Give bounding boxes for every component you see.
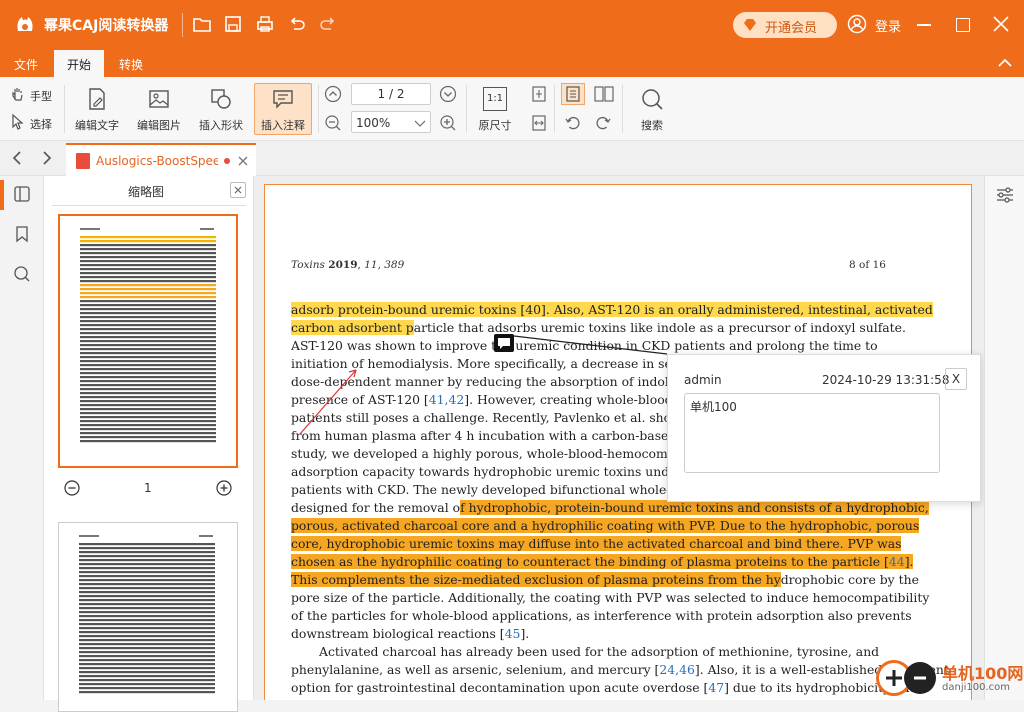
annotation-popup: admin 2024-10-29 13:31:58 X 单机100 — [667, 354, 981, 502]
select-tool-button[interactable]: 选择 — [8, 113, 60, 133]
menu-convert[interactable]: 转换 — [119, 56, 143, 73]
login-link[interactable]: 登录 — [875, 16, 901, 35]
tab-title: Auslogics-BoostSpeed- — [96, 154, 218, 168]
redo-icon[interactable] — [318, 14, 338, 37]
page-thumbnail-2[interactable] — [58, 522, 238, 712]
app-logo-icon — [14, 13, 36, 35]
rail-active-indicator — [0, 180, 4, 210]
thumbnail-panel-icon[interactable] — [13, 185, 31, 206]
minimize-icon[interactable] — [917, 24, 931, 26]
fit-page-icon[interactable] — [531, 85, 547, 106]
back-arrow-icon[interactable] — [12, 151, 24, 168]
insert-note-button[interactable]: 插入注释 — [254, 83, 312, 135]
open-folder-icon[interactable] — [192, 14, 212, 37]
edit-text-button[interactable]: 编辑文字 — [70, 85, 124, 133]
close-icon[interactable] — [992, 15, 1010, 36]
thumbnail-zoom-out-icon[interactable] — [64, 480, 80, 499]
close-panel-icon[interactable] — [230, 182, 246, 198]
thumbnail-panel-title: 缩略图 — [128, 185, 165, 199]
next-page-icon[interactable] — [439, 85, 457, 106]
double-page-view-icon[interactable] — [593, 84, 615, 107]
thumbnail-1-preview — [80, 228, 216, 443]
watermark: 单机100网 danji100.com — [874, 656, 1024, 700]
undo-icon[interactable] — [287, 14, 307, 37]
properties-sliders-icon[interactable] — [995, 186, 1015, 207]
unsaved-dot — [224, 158, 230, 164]
shape-icon — [209, 87, 233, 111]
menu-start[interactable]: 开始 — [54, 50, 104, 77]
save-icon[interactable] — [223, 14, 243, 37]
comment-marker-icon[interactable] — [494, 334, 514, 352]
page-thumbnail-1[interactable] — [58, 214, 238, 468]
bookmark-icon[interactable] — [14, 225, 30, 246]
collapse-ribbon-icon[interactable] — [998, 57, 1012, 72]
forward-arrow-icon[interactable] — [40, 151, 52, 168]
document-tab-bar: Auslogics-BoostSpeed- — [0, 141, 1024, 176]
thumbnail-2-preview — [79, 535, 215, 694]
zoom-in-icon[interactable] — [439, 114, 457, 135]
zoom-out-icon[interactable] — [324, 114, 342, 135]
rotate-right-icon[interactable] — [594, 114, 612, 135]
menu-file[interactable]: 文件 — [14, 56, 38, 73]
cursor-icon — [11, 113, 25, 133]
pdf-file-icon — [76, 153, 90, 169]
actual-size-button[interactable]: 1:1 原尺寸 — [472, 85, 518, 133]
search-button[interactable]: 搜索 — [630, 85, 674, 133]
annotation-arrow — [299, 369, 357, 435]
thumbnail-page-number: 1 — [144, 481, 152, 495]
note-connector-line — [513, 335, 668, 355]
note-author: admin — [684, 373, 722, 387]
print-icon[interactable] — [255, 14, 275, 37]
menu-bar: 文件 开始 转换 — [0, 50, 1024, 77]
note-content-textarea[interactable]: 单机100 — [684, 393, 940, 473]
search-icon — [640, 87, 664, 111]
vip-label: 开通会员 — [765, 21, 818, 36]
image-icon — [147, 87, 171, 111]
actual-size-icon: 1:1 — [483, 87, 507, 111]
hand-icon — [10, 86, 26, 105]
close-tab-icon[interactable] — [238, 155, 248, 169]
prev-page-icon[interactable] — [324, 85, 342, 106]
chevron-down-icon — [414, 117, 426, 131]
ribbon-toolbar: 手型 选择 编辑文字 编辑图片 插入形状 插入注释 1 / 2 100% 1:1… — [0, 77, 1024, 141]
vip-button[interactable]: 开通会员 — [733, 12, 837, 38]
thumbnail-zoom-in-icon[interactable] — [216, 480, 232, 499]
thumbnail-panel: 缩略图 1 — [44, 176, 254, 712]
watermark-text: 单机100网 — [942, 664, 1024, 683]
maximize-icon[interactable] — [956, 18, 970, 32]
app-title: 幂果CAJ阅读转换器 — [44, 18, 169, 34]
vip-diamond-icon — [742, 17, 758, 33]
right-sidebar-rail — [984, 176, 1024, 700]
watermark-logo-icon-2 — [904, 662, 936, 694]
edit-image-button[interactable]: 编辑图片 — [132, 85, 186, 133]
search-panel-icon[interactable] — [13, 265, 31, 286]
edit-text-icon — [85, 87, 109, 111]
note-close-button[interactable]: X — [945, 368, 967, 390]
comment-icon — [271, 87, 295, 111]
insert-shape-button[interactable]: 插入形状 — [194, 85, 248, 133]
left-sidebar-rail — [0, 176, 44, 700]
title-bar: 幂果CAJ阅读转换器 开通会员 登录 — [0, 0, 1024, 50]
note-timestamp: 2024-10-29 13:31:58 — [822, 373, 950, 387]
document-tab[interactable]: Auslogics-BoostSpeed- — [66, 143, 256, 176]
zoom-select[interactable]: 100% — [351, 111, 431, 133]
page-number-input[interactable]: 1 / 2 — [351, 83, 431, 105]
watermark-url: danji100.com — [942, 682, 1010, 693]
rotate-left-icon[interactable] — [564, 114, 582, 135]
fit-width-icon[interactable] — [531, 114, 547, 135]
user-avatar-icon[interactable] — [847, 14, 867, 37]
single-page-view-icon[interactable] — [561, 83, 585, 105]
hand-tool-button[interactable]: 手型 — [8, 85, 60, 105]
